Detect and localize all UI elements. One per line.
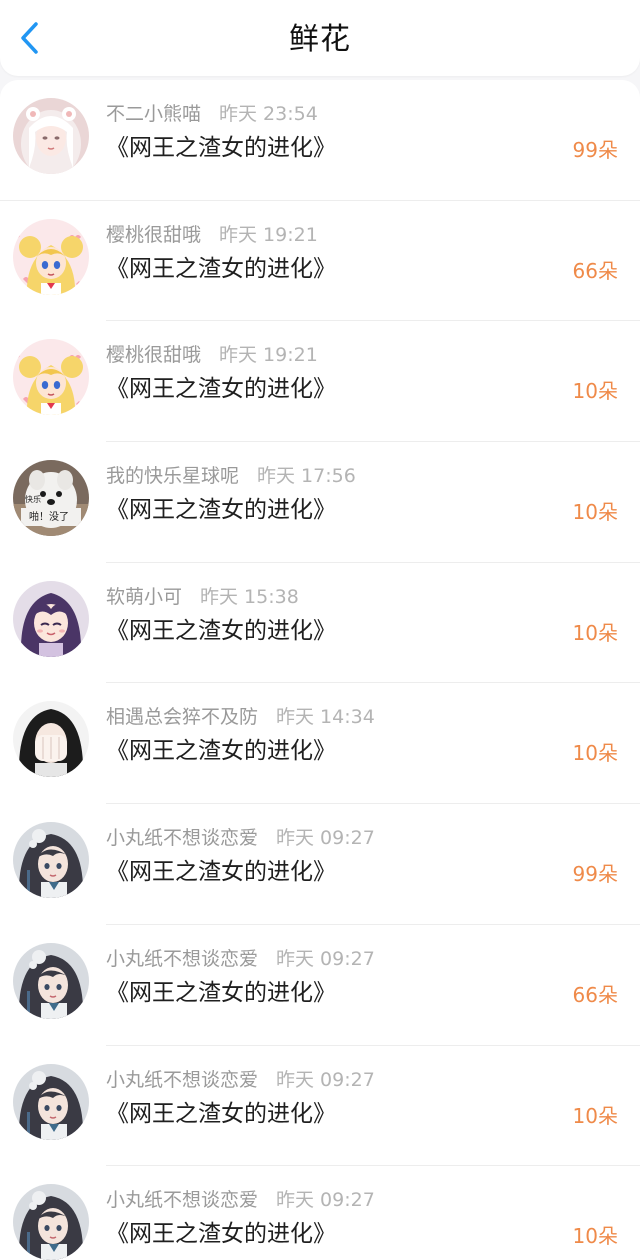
username[interactable]: 不二小熊喵 [106,103,201,125]
timestamp: 昨天 09:27 [276,1189,375,1212]
gift-meta: 小丸纸不想谈恋爱 昨天 09:27 [106,945,375,973]
book-title: 《网王之渣女的进化》 [106,859,336,886]
flower-count: 66朵 [572,982,618,1007]
timestamp: 昨天 23:54 [219,103,318,125]
book-title: 《网王之渣女的进化》 [106,135,336,161]
book-title: 《网王之渣女的进化》 [106,376,336,403]
username[interactable]: 小丸纸不想谈恋爱 [106,948,258,970]
avatar[interactable] [13,580,89,657]
flower-count: 10朵 [572,1103,618,1128]
avatar[interactable] [13,460,89,537]
gift-row[interactable]: 我的快乐星球呢 昨天 17:56 《网王之渣女的进化》 10朵 [0,442,640,563]
gift-row[interactable]: 樱桃很甜哦 昨天 19:21 《网王之渣女的进化》 66朵 [0,201,640,322]
flower-count: 10朵 [572,379,618,404]
username[interactable]: 小丸纸不想谈恋爱 [106,1189,258,1211]
avatar[interactable] [13,701,89,778]
flower-count: 10朵 [572,1224,618,1249]
timestamp: 昨天 09:27 [276,1068,375,1091]
username[interactable]: 樱桃很甜哦 [106,224,201,246]
gift-row[interactable]: 小丸纸不想谈恋爱 昨天 09:27 《网王之渣女的进化》 99朵 [0,804,640,925]
gift-row[interactable]: 不二小熊喵 昨天 23:54 《网王之渣女的进化》 99朵 [0,80,640,201]
timestamp: 昨天 19:21 [219,223,318,246]
flower-gift-page: 鲜花 不二小熊喵 昨天 23:54 《网王之渣女的进化》 99朵 樱桃很甜哦 昨天 19:… [0,0,640,1260]
avatar[interactable] [13,1063,89,1140]
book-title: 《网王之渣女的进化》 [106,979,336,1006]
flower-count: 10朵 [572,620,618,645]
book-title: 《网王之渣女的进化》 [106,738,336,765]
gift-row[interactable]: 小丸纸不想谈恋爱 昨天 09:27 《网王之渣女的进化》 10朵 [0,1166,640,1260]
dark-hair-anime-girl-avatar [13,822,89,899]
username[interactable]: 软萌小可 [106,586,182,608]
timestamp: 昨天 09:27 [276,947,375,970]
gift-row[interactable]: 软萌小可 昨天 15:38 《网王之渣女的进化》 10朵 [0,563,640,684]
book-title: 《网王之渣女的进化》 [106,497,336,524]
dark-hair-anime-girl-avatar [13,942,89,1019]
gift-meta: 小丸纸不想谈恋爱 昨天 09:27 [106,1186,375,1214]
flower-count: 99朵 [572,138,618,162]
gift-row[interactable]: 小丸纸不想谈恋爱 昨天 09:27 《网王之渣女的进化》 10朵 [0,1046,640,1167]
avatar[interactable] [13,942,89,1019]
dark-hair-anime-girl-avatar [13,1063,89,1140]
timestamp: 昨天 19:21 [219,344,318,367]
avatar[interactable] [13,339,89,416]
gift-meta: 樱桃很甜哦 昨天 19:21 [106,341,318,369]
gift-record-list: 不二小熊喵 昨天 23:54 《网王之渣女的进化》 99朵 樱桃很甜哦 昨天 19:21 《… [0,80,640,1260]
username[interactable]: 相遇总会猝不及防 [106,706,258,728]
flower-count: 10朵 [572,741,618,766]
flower-count: 99朵 [572,862,618,887]
flower-count: 66朵 [572,258,618,283]
book-title: 《网王之渣女的进化》 [106,255,336,282]
sailor-moon-avatar [13,339,89,416]
book-title: 《网王之渣女的进化》 [106,617,336,644]
avatar[interactable] [13,218,89,295]
gift-row[interactable]: 小丸纸不想谈恋爱 昨天 09:27 《网王之渣女的进化》 66朵 [0,925,640,1046]
avatar[interactable] [13,98,89,174]
nav-header: 鲜花 [0,0,640,76]
purple-hair-anime-girl-avatar [13,580,89,657]
book-title: 《网王之渣女的进化》 [106,1221,336,1248]
gift-meta: 软萌小可 昨天 15:38 [106,583,299,611]
gift-row[interactable]: 相遇总会猝不及防 昨天 14:34 《网王之渣女的进化》 10朵 [0,683,640,805]
hands-over-face-avatar [13,701,89,778]
page-title: 鲜花 [289,22,351,57]
gift-meta: 我的快乐星球呢 昨天 17:56 [106,462,356,490]
gift-row[interactable]: 樱桃很甜哦 昨天 19:21 《网王之渣女的进化》 10朵 [0,321,640,443]
timestamp: 昨天 17:56 [257,465,356,488]
white-dog-meme-avatar [13,460,89,537]
gift-meta: 小丸纸不想谈恋爱 昨天 09:27 [106,1066,375,1094]
gift-meta: 小丸纸不想谈恋爱 昨天 09:27 [106,824,375,852]
gift-meta: 樱桃很甜哦 昨天 19:21 [106,221,318,249]
dark-hair-anime-girl-avatar [13,1184,89,1260]
white-hair-girl-avatar [13,98,89,174]
username[interactable]: 樱桃很甜哦 [106,344,201,366]
username[interactable]: 小丸纸不想谈恋爱 [106,1069,258,1091]
gift-meta: 不二小熊喵 昨天 23:54 [106,100,318,128]
sailor-moon-avatar [13,218,89,295]
avatar[interactable] [13,822,89,899]
flower-count: 10朵 [572,500,618,525]
book-title: 《网王之渣女的进化》 [106,1100,336,1127]
timestamp: 昨天 15:38 [200,585,299,608]
username[interactable]: 我的快乐星球呢 [106,465,239,487]
avatar[interactable] [13,1184,89,1260]
gift-meta: 相遇总会猝不及防 昨天 14:34 [106,703,375,731]
timestamp: 昨天 14:34 [276,706,375,729]
username[interactable]: 小丸纸不想谈恋爱 [106,827,258,849]
timestamp: 昨天 09:27 [276,827,375,850]
